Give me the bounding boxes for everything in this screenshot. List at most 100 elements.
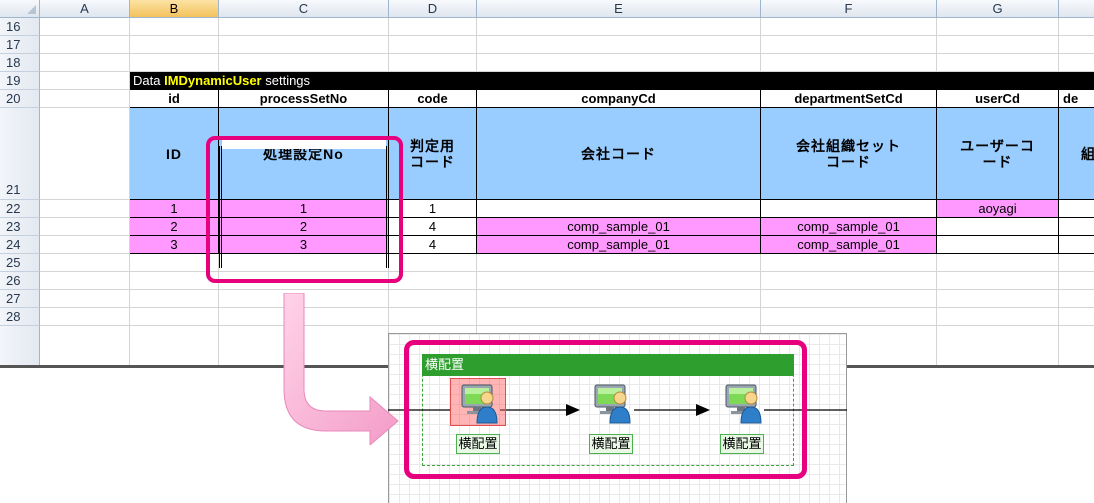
empty-cell[interactable] xyxy=(937,326,1059,366)
row-header-29[interactable] xyxy=(0,326,40,366)
empty-cell[interactable] xyxy=(1059,54,1094,72)
empty-cell[interactable] xyxy=(477,18,761,36)
empty-cell[interactable] xyxy=(1059,18,1094,36)
empty-cell[interactable] xyxy=(130,18,219,36)
row-header-16[interactable]: 16 xyxy=(0,18,40,36)
table-cell[interactable]: comp_sample_01 xyxy=(477,236,761,254)
empty-cell[interactable] xyxy=(477,36,761,54)
label-user-cd[interactable]: ユーザーコード xyxy=(937,108,1059,200)
column-header-d[interactable]: D xyxy=(389,0,477,18)
empty-cell[interactable] xyxy=(477,290,761,308)
empty-cell[interactable] xyxy=(130,36,219,54)
column-header-g[interactable]: G xyxy=(937,0,1059,18)
empty-cell[interactable] xyxy=(1059,326,1094,366)
empty-cell[interactable] xyxy=(389,18,477,36)
empty-cell[interactable] xyxy=(937,54,1059,72)
empty-cell[interactable] xyxy=(761,290,937,308)
empty-cell[interactable] xyxy=(761,254,937,272)
table-cell[interactable] xyxy=(1059,236,1094,254)
empty-cell[interactable] xyxy=(130,290,219,308)
table-cell[interactable] xyxy=(1059,218,1094,236)
empty-cell[interactable] xyxy=(937,290,1059,308)
empty-cell[interactable] xyxy=(40,326,130,366)
row-header-27[interactable]: 27 xyxy=(0,290,40,308)
empty-cell[interactable] xyxy=(219,54,389,72)
diagram-node[interactable]: 横配置 xyxy=(583,378,639,460)
table-cell[interactable] xyxy=(761,200,937,218)
empty-cell[interactable] xyxy=(389,308,477,326)
field-id[interactable]: id xyxy=(130,90,219,108)
empty-cell[interactable] xyxy=(130,54,219,72)
empty-cell[interactable] xyxy=(40,236,130,254)
row-header-21[interactable]: 21 xyxy=(0,108,40,200)
empty-cell[interactable] xyxy=(130,308,219,326)
select-all-corner[interactable] xyxy=(0,0,40,18)
empty-cell[interactable] xyxy=(1059,308,1094,326)
empty-cell[interactable] xyxy=(389,36,477,54)
diagram-node[interactable]: 横配置 xyxy=(714,378,770,460)
row-header-23[interactable]: 23 xyxy=(0,218,40,236)
label-department-set-cd[interactable]: 会社組織セットコード xyxy=(761,108,937,200)
empty-cell[interactable] xyxy=(219,18,389,36)
table-cell[interactable] xyxy=(1059,200,1094,218)
table-title[interactable]: Data IMDynamicUser settings xyxy=(130,72,1094,90)
empty-cell[interactable] xyxy=(40,308,130,326)
column-header-e[interactable]: E xyxy=(477,0,761,18)
empty-cell[interactable] xyxy=(219,36,389,54)
empty-cell[interactable] xyxy=(40,108,130,200)
row-header-19[interactable]: 19 xyxy=(0,72,40,90)
empty-cell[interactable] xyxy=(40,90,130,108)
column-header-h[interactable] xyxy=(1059,0,1094,18)
column-header-f[interactable]: F xyxy=(761,0,937,18)
row-header-18[interactable]: 18 xyxy=(0,54,40,72)
field-next[interactable]: de xyxy=(1059,90,1094,108)
table-cell[interactable] xyxy=(477,200,761,218)
empty-cell[interactable] xyxy=(389,290,477,308)
empty-cell[interactable] xyxy=(389,54,477,72)
row-header-20[interactable]: 20 xyxy=(0,90,40,108)
empty-cell[interactable] xyxy=(761,36,937,54)
empty-cell[interactable] xyxy=(937,254,1059,272)
empty-cell[interactable] xyxy=(477,272,761,290)
empty-cell[interactable] xyxy=(937,308,1059,326)
row-header-22[interactable]: 22 xyxy=(0,200,40,218)
field-department-set-cd[interactable]: departmentSetCd xyxy=(761,90,937,108)
row-header-24[interactable]: 24 xyxy=(0,236,40,254)
row-header-17[interactable]: 17 xyxy=(0,36,40,54)
table-cell[interactable] xyxy=(937,236,1059,254)
empty-cell[interactable] xyxy=(1059,290,1094,308)
field-code[interactable]: code xyxy=(389,90,477,108)
label-company-cd[interactable]: 会社コード xyxy=(477,108,761,200)
empty-cell[interactable] xyxy=(40,200,130,218)
empty-cell[interactable] xyxy=(40,72,130,90)
empty-cell[interactable] xyxy=(40,272,130,290)
empty-cell[interactable] xyxy=(937,272,1059,290)
table-cell[interactable]: comp_sample_01 xyxy=(761,218,937,236)
empty-cell[interactable] xyxy=(761,18,937,36)
empty-cell[interactable] xyxy=(761,308,937,326)
empty-cell[interactable] xyxy=(477,254,761,272)
column-header-b[interactable]: B xyxy=(130,0,219,18)
empty-cell[interactable] xyxy=(937,18,1059,36)
empty-cell[interactable] xyxy=(40,290,130,308)
empty-cell[interactable] xyxy=(477,308,761,326)
column-header-a[interactable]: A xyxy=(40,0,130,18)
empty-cell[interactable] xyxy=(937,36,1059,54)
table-cell[interactable] xyxy=(937,218,1059,236)
empty-cell[interactable] xyxy=(1059,272,1094,290)
empty-cell[interactable] xyxy=(40,254,130,272)
table-cell[interactable]: aoyagi xyxy=(937,200,1059,218)
table-cell[interactable]: comp_sample_01 xyxy=(761,236,937,254)
column-header-c[interactable]: C xyxy=(219,0,389,18)
empty-cell[interactable] xyxy=(1059,36,1094,54)
empty-cell[interactable] xyxy=(477,54,761,72)
empty-cell[interactable] xyxy=(40,36,130,54)
empty-cell[interactable] xyxy=(761,272,937,290)
diagram-node[interactable]: 横配置 xyxy=(450,378,506,460)
empty-cell[interactable] xyxy=(40,218,130,236)
field-process-set-no[interactable]: processSetNo xyxy=(219,90,389,108)
empty-cell[interactable] xyxy=(1059,254,1094,272)
row-header-25[interactable]: 25 xyxy=(0,254,40,272)
row-header-26[interactable]: 26 xyxy=(0,272,40,290)
empty-cell[interactable] xyxy=(40,54,130,72)
